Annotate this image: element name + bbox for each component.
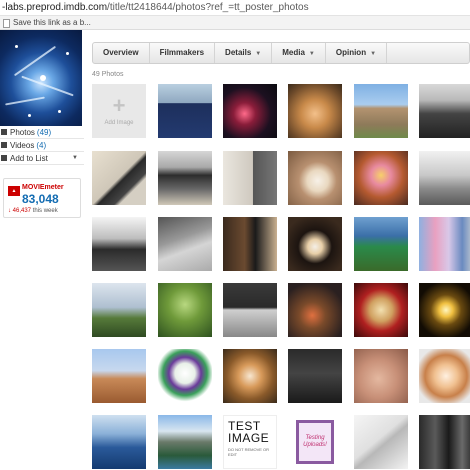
- tab-media[interactable]: Media ▼: [272, 43, 326, 63]
- puppy-photo[interactable]: [223, 349, 277, 403]
- photo-icon: [1, 129, 7, 135]
- tab-label: Overview: [103, 48, 139, 57]
- tab-label: Details: [225, 48, 252, 57]
- canyon-landscape-photo[interactable]: [354, 84, 408, 138]
- laptop-keyboard-photo[interactable]: [354, 415, 408, 469]
- man-rotated-photo[interactable]: [223, 217, 277, 271]
- moviemeter-icon: ▲: [8, 186, 20, 196]
- office-door-photo[interactable]: [223, 151, 277, 205]
- chevron-down-icon: ▼: [72, 155, 78, 161]
- toy-figure-photo[interactable]: [158, 349, 212, 403]
- url-path: /title/tt2418644/photos?ref_=tt_poster_p…: [107, 2, 309, 13]
- blurred-photo[interactable]: [354, 349, 408, 403]
- computer-desk-photo[interactable]: [158, 151, 212, 205]
- laptop-photo[interactable]: [158, 217, 212, 271]
- costume-child-photo[interactable]: [354, 151, 408, 205]
- plus-icon: [1, 155, 7, 161]
- tab-label: Opinion: [335, 48, 367, 57]
- page-icon: [3, 18, 10, 28]
- chevron-down-icon: ▼: [255, 51, 262, 57]
- neon-sign-photo[interactable]: [223, 84, 277, 138]
- tab-label: Media: [282, 48, 305, 57]
- tab-overview[interactable]: Overview: [93, 43, 150, 63]
- photos-label: Photos: [10, 127, 35, 137]
- change-suffix: this week: [32, 208, 58, 214]
- moviemeter-change: ↓ 46,437 this week: [8, 208, 58, 214]
- testing-card-text: Testing Uploads!: [303, 435, 327, 448]
- testing-card[interactable]: Testing Uploads!: [288, 415, 342, 469]
- cat-on-floor-photo[interactable]: [288, 151, 342, 205]
- moviemeter-rank: 83,048: [22, 192, 59, 206]
- tab-details[interactable]: Details ▼: [215, 43, 273, 63]
- add-to-list-button[interactable]: Add to List ▼: [0, 152, 84, 165]
- videos-count: (4): [36, 140, 47, 150]
- change-value: ↓ 46,437: [8, 208, 32, 214]
- man-canyon-photo[interactable]: [92, 349, 146, 403]
- lamp-photo[interactable]: [419, 283, 470, 337]
- add-image-button[interactable]: + Add Image: [92, 84, 146, 138]
- lake-swimmer-photo[interactable]: [92, 415, 146, 469]
- bookmark-item[interactable]: Save this link as a b...: [0, 16, 91, 30]
- fluffy-dog-photo[interactable]: [419, 349, 470, 403]
- test-image[interactable]: TEST IMAGE DO NOT REMOVE OR EDIT: [223, 415, 277, 469]
- green-foliage-photo[interactable]: [158, 283, 212, 337]
- test-image-fine-print: DO NOT REMOVE OR EDIT: [228, 447, 270, 457]
- costume-group-photo[interactable]: [419, 217, 470, 271]
- chevron-down-icon: ▼: [308, 51, 315, 57]
- url-host: -labs.preprod.imdb.com: [2, 2, 108, 13]
- dog-face-photo[interactable]: [288, 217, 342, 271]
- chevron-down-icon: ▼: [370, 51, 377, 57]
- tab-opinion[interactable]: Opinion ▼: [326, 43, 388, 63]
- photo-count: 49 Photos: [92, 71, 124, 78]
- office-window-photo[interactable]: [419, 151, 470, 205]
- add-to-list-label: Add to List: [10, 153, 48, 163]
- people-crowd-photo[interactable]: [419, 415, 470, 469]
- desk-monitor-photo[interactable]: [223, 283, 277, 337]
- dark-room-photo[interactable]: [288, 349, 342, 403]
- address-bar[interactable]: -labs.preprod.imdb.com/title/tt2418644/p…: [0, 0, 470, 16]
- mountain-lake-photo[interactable]: [158, 415, 212, 469]
- tab-filmmakers[interactable]: Filmmakers: [150, 43, 216, 63]
- tab-label: Filmmakers: [159, 48, 205, 57]
- cloudy-sky-photo[interactable]: [92, 283, 146, 337]
- sidebar-item-videos[interactable]: Videos (4): [0, 139, 84, 152]
- bookmarks-bar: Save this link as a b...: [0, 16, 470, 30]
- cafe-interior-photo[interactable]: [288, 283, 342, 337]
- office-room-photo[interactable]: [92, 217, 146, 271]
- videos-label: Videos: [10, 140, 35, 150]
- plus-icon: +: [112, 93, 126, 118]
- pastry-plate-photo[interactable]: [354, 283, 408, 337]
- phone-on-desk-photo[interactable]: [92, 151, 146, 205]
- graduation-crowd-photo[interactable]: [158, 84, 212, 138]
- test-image-line2: IMAGE: [228, 431, 270, 445]
- video-icon: [1, 142, 7, 148]
- movie-poster[interactable]: [0, 30, 82, 126]
- moviemeter-widget[interactable]: ▲ MOVIEmeter 83,048 ↓ 46,437 this week: [3, 178, 81, 218]
- sidebar: Photos (49) Videos (4) Add to List ▼: [0, 30, 84, 470]
- rocky-mountain-photo[interactable]: [419, 84, 470, 138]
- sidebar-item-photos[interactable]: Photos (49): [0, 126, 84, 139]
- photos-count: (49): [36, 127, 52, 137]
- moviemeter-title: MOVIEmeter: [22, 184, 64, 191]
- add-image-label: Add Image: [104, 120, 134, 126]
- subnav-tabs: Overview Filmmakers Details ▼ Media ▼ Opinion ▼: [92, 42, 470, 64]
- cats-photo[interactable]: [288, 84, 342, 138]
- bookmark-label: Save this link as a b...: [13, 18, 91, 27]
- sign-post-photo[interactable]: [354, 217, 408, 271]
